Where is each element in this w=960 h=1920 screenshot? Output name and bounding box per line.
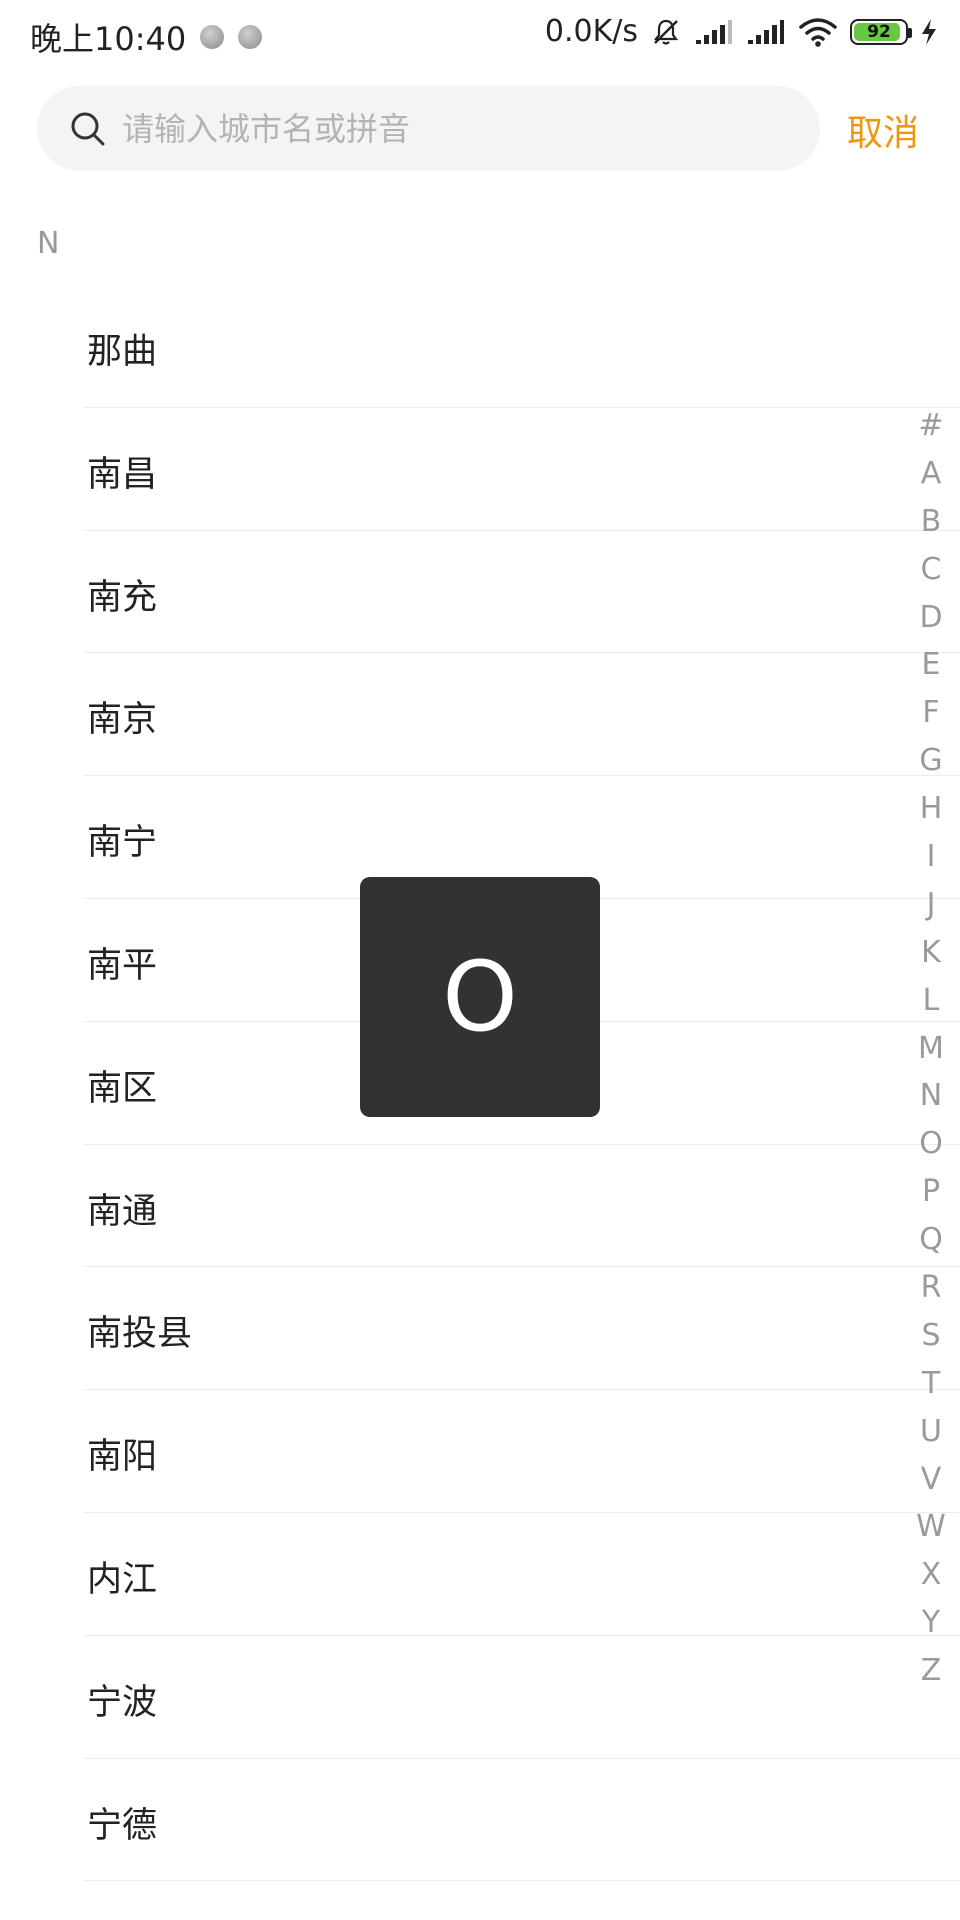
city-list-item[interactable]: 南通 <box>0 1145 960 1268</box>
battery-percent: 92 <box>867 21 891 42</box>
index-letter[interactable]: W <box>916 1503 946 1551</box>
index-letter[interactable]: D <box>916 594 946 642</box>
status-right: 0.0K/s 92 <box>545 14 938 49</box>
index-letter[interactable]: X <box>916 1551 946 1599</box>
index-letter[interactable]: E <box>916 641 946 689</box>
index-letter[interactable]: I <box>916 833 946 881</box>
city-list-item[interactable]: 那曲 <box>0 285 960 408</box>
city-name: 南区 <box>87 1068 158 1109</box>
index-letter[interactable]: L <box>916 977 946 1025</box>
notification-dot-icon <box>238 25 263 49</box>
city-list-item[interactable]: 南阳 <box>0 1390 960 1513</box>
index-letter[interactable]: Q <box>916 1216 946 1264</box>
wifi-icon <box>799 17 837 47</box>
city-name: 宁德 <box>87 1805 158 1846</box>
section-header: N <box>37 226 60 261</box>
index-letter[interactable]: T <box>916 1360 946 1408</box>
index-letter[interactable]: J <box>916 881 946 929</box>
city-name: 南阳 <box>87 1437 158 1478</box>
city-name: 宁波 <box>87 1682 158 1723</box>
city-name: 南昌 <box>87 454 158 495</box>
index-letter[interactable]: P <box>916 1168 946 1216</box>
divider <box>84 1880 960 1882</box>
index-letter[interactable]: Z <box>916 1647 946 1695</box>
index-letter[interactable]: S <box>916 1312 946 1360</box>
city-list-item[interactable]: 宁波 <box>0 1636 960 1759</box>
index-letter[interactable]: F <box>916 689 946 737</box>
status-left: 晚上10:40 <box>30 14 263 60</box>
status-time: 晚上10:40 <box>30 20 187 58</box>
index-letter[interactable]: R <box>916 1264 946 1312</box>
index-letter[interactable]: # <box>916 402 946 450</box>
city-name: 内江 <box>87 1559 158 1600</box>
city-list-item[interactable]: 内江 <box>0 1513 960 1636</box>
cell-signal-icon <box>748 19 784 44</box>
battery-tip <box>908 27 912 38</box>
index-letter[interactable]: C <box>916 546 946 594</box>
index-letter[interactable]: Y <box>916 1599 946 1647</box>
cell-signal-icon <box>696 19 732 44</box>
index-letter[interactable]: A <box>916 450 946 498</box>
city-name: 那曲 <box>87 332 158 372</box>
city-name: 南平 <box>87 945 158 986</box>
battery-icon: 92 <box>850 18 912 45</box>
index-letter[interactable]: B <box>916 498 946 546</box>
status-bar: 晚上10:40 0.0K/s 92 <box>0 0 960 70</box>
index-letter[interactable]: V <box>916 1456 946 1504</box>
index-letter[interactable]: O <box>916 1120 946 1168</box>
charging-bolt-icon <box>922 18 936 45</box>
alphabet-index[interactable]: # A B C D E F G H I J K L M N O P Q R S T U V W X Y Z <box>916 402 946 1695</box>
index-letter[interactable]: U <box>916 1408 946 1456</box>
city-name: 南京 <box>87 700 158 741</box>
notification-dot-icon <box>200 25 225 49</box>
network-speed: 0.0K/s <box>544 14 638 49</box>
index-letter[interactable]: G <box>916 737 946 785</box>
city-list-item[interactable]: 宁德 <box>0 1759 960 1882</box>
bell-muted-icon <box>653 19 679 45</box>
index-letter-overlay: O <box>360 877 600 1117</box>
index-letter[interactable]: K <box>916 929 946 977</box>
city-list-item[interactable]: 南昌 <box>0 408 960 531</box>
search-box[interactable] <box>37 86 820 171</box>
city-list-item[interactable]: 南京 <box>0 653 960 777</box>
city-list-item[interactable]: 南投县 <box>0 1267 960 1391</box>
index-letter[interactable]: N <box>916 1072 946 1120</box>
overlay-letter: O <box>442 941 518 1053</box>
city-name: 南宁 <box>87 823 158 864</box>
city-list-item[interactable]: 南充 <box>0 531 960 654</box>
city-name: 南充 <box>87 577 158 618</box>
search-icon <box>71 112 105 145</box>
cancel-button[interactable]: 取消 <box>847 104 919 156</box>
index-letter[interactable]: H <box>916 785 946 833</box>
index-letter[interactable]: M <box>916 1025 946 1073</box>
search-input[interactable] <box>120 108 764 149</box>
city-name: 南通 <box>87 1191 158 1232</box>
city-name: 南投县 <box>87 1314 193 1355</box>
